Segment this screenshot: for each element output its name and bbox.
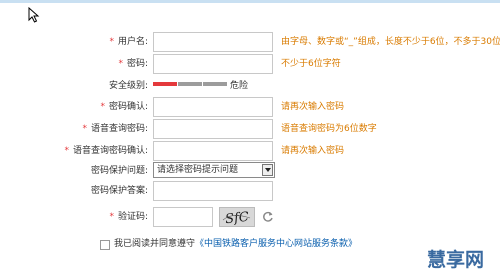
username-label: * 用户名: [109, 37, 148, 47]
cursor-icon [28, 7, 40, 23]
username-hint: 由字母、数字或“_”组成，长度不少于6位，不多于30位 [281, 37, 500, 47]
query-password-input[interactable] [153, 119, 273, 139]
security-question-select[interactable]: 请选择密码提示问题 [153, 162, 275, 178]
security-answer-row: 密码保护答案: [0, 181, 500, 201]
dropdown-arrow-icon[interactable] [262, 164, 273, 176]
confirm-query-password-row: * 语音查询密码确认: 请再次输入密码 [0, 141, 500, 161]
select-value: 请选择密码提示问题 [157, 165, 239, 175]
confirm-query-password-label: * 语音查询密码确认: [64, 146, 148, 156]
required-asterisk: * [64, 146, 69, 156]
required-asterisk: * [109, 212, 114, 222]
required-asterisk: * [100, 102, 105, 112]
required-asterisk: * [109, 37, 114, 47]
username-input[interactable] [153, 32, 273, 52]
confirm-query-password-input[interactable] [153, 141, 273, 161]
required-asterisk: * [118, 59, 123, 69]
security-level-label: 安全级别: [108, 81, 148, 91]
strength-segment [203, 82, 227, 86]
query-password-label: * 语音查询密码: [82, 124, 148, 134]
security-answer-input[interactable] [153, 181, 273, 201]
confirm-password-input[interactable] [153, 97, 273, 117]
password-hint: 不少于6位字符 [281, 59, 341, 69]
strength-segment [178, 82, 202, 86]
confirm-password-row: * 密码确认: 请再次输入密码 [0, 97, 500, 117]
confirm-query-password-hint: 请再次输入密码 [281, 146, 345, 156]
username-row: * 用户名: 由字母、数字或“_”组成，长度不少于6位，不多于30位 [0, 32, 500, 52]
captcha-label: * 验证码: [109, 212, 148, 222]
query-password-hint: 语音查询密码为6位数字 [281, 124, 377, 134]
top-border [0, 0, 500, 3]
watermark-logo: 慧享网 [427, 249, 485, 271]
security-answer-label: 密码保护答案: [90, 186, 148, 196]
strength-segment [153, 82, 177, 86]
agreement-label: 我已阅读并同意遵守 [114, 239, 196, 249]
svg-text:SfC: SfC [224, 210, 249, 226]
agreement-text: 我已阅读并同意遵守《中国铁路客户服务中心网站服务条款》 [114, 237, 357, 251]
password-row: * 密码: 不少于6位字符 [0, 54, 500, 74]
password-label: * 密码: [118, 59, 148, 69]
agreement-row: 我已阅读并同意遵守《中国铁路客户服务中心网站服务条款》 [0, 237, 500, 253]
security-level-row: 安全级别: 危险 [0, 76, 500, 96]
terms-link[interactable]: 《中国铁路客户服务中心网站服务条款》 [195, 239, 357, 249]
strength-level-text: 危险 [230, 81, 249, 91]
security-question-row: 密码保护问题: 请选择密码提示问题 [0, 161, 500, 181]
query-password-row: * 语音查询密码: 语音查询密码为6位数字 [0, 119, 500, 139]
captcha-row: * 验证码: SfC [0, 207, 500, 227]
confirm-password-label: * 密码确认: [100, 102, 148, 112]
captcha-image[interactable]: SfC [219, 207, 255, 227]
confirm-password-hint: 请再次输入密码 [281, 102, 345, 112]
captcha-input[interactable] [153, 207, 213, 227]
required-asterisk: * [82, 124, 87, 134]
refresh-icon[interactable] [262, 211, 274, 223]
agree-checkbox[interactable] [100, 240, 110, 250]
security-question-label: 密码保护问题: [90, 166, 148, 176]
password-input[interactable] [153, 54, 273, 74]
